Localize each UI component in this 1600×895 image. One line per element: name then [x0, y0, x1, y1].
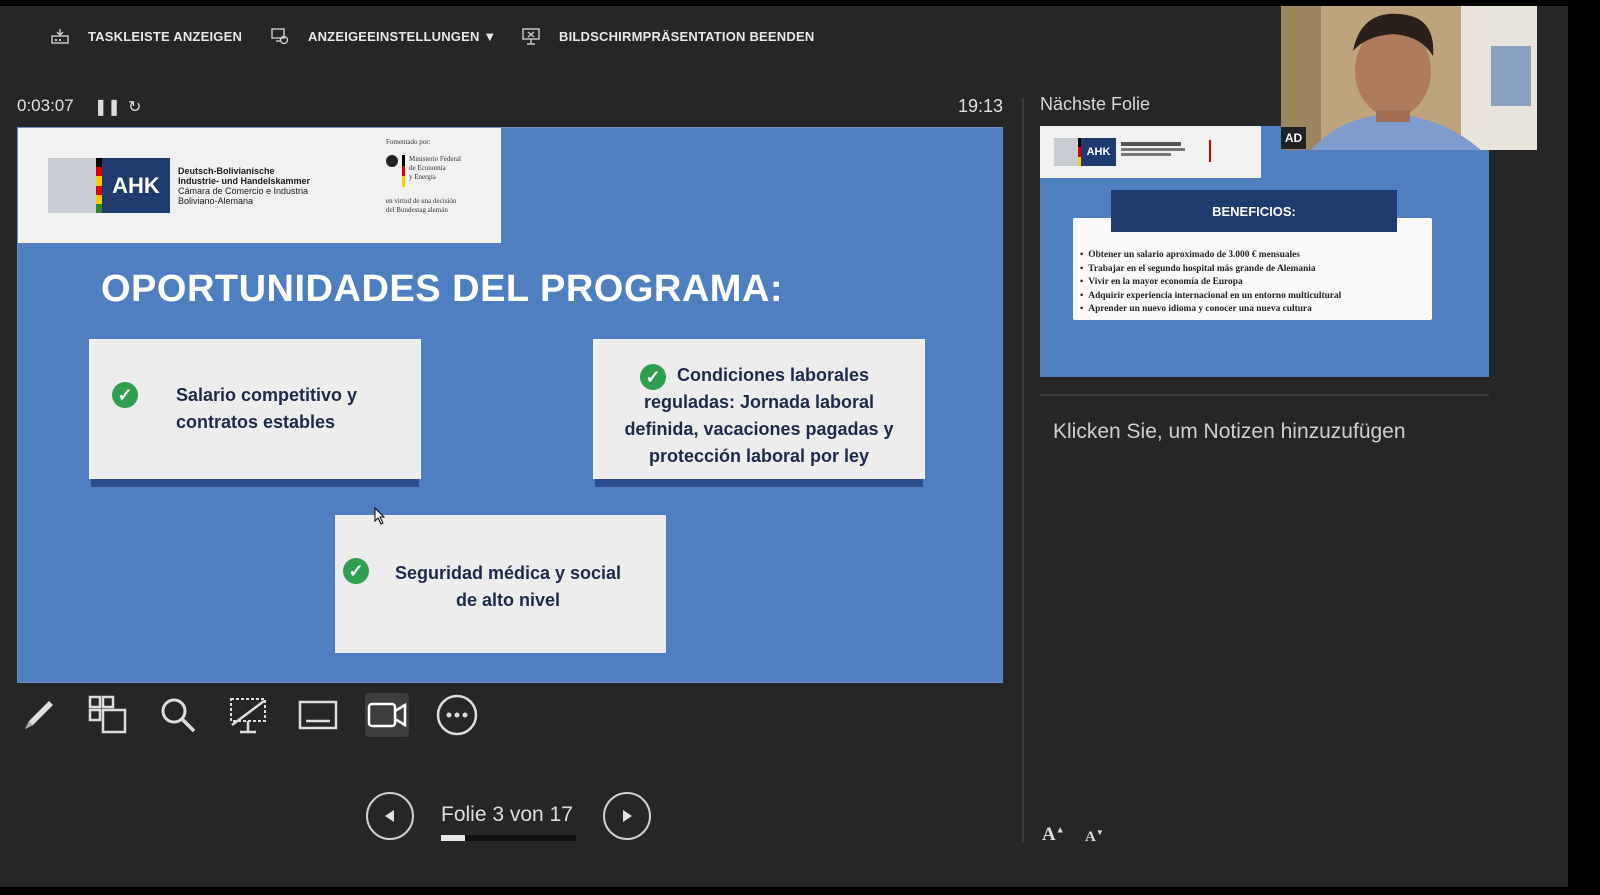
- display-settings-label: ANZEIGEEINSTELLUNGEN ▼: [308, 28, 497, 44]
- see-all-slides-icon[interactable]: [86, 693, 130, 737]
- elapsed-timer: 0:03:07: [17, 96, 74, 115]
- benefits-title: BENEFICIOS:: [1111, 190, 1397, 232]
- pause-icon[interactable]: ❚❚: [94, 97, 121, 117]
- list-item: Trabajar en el segundo hospital más gran…: [1080, 263, 1341, 277]
- current-time: 19:13: [958, 96, 1004, 116]
- display-settings-icon: [271, 28, 289, 45]
- show-taskbar-label: TASKLEISTE ANZEIGEN: [88, 28, 243, 44]
- increase-font-button[interactable]: A▲: [1042, 824, 1065, 846]
- panel-divider: [1022, 98, 1024, 843]
- top-toolbar: TASKLEISTE ANZEIGEN ANZEIGEEINSTELLUNGEN…: [0, 6, 1300, 70]
- restart-timer-icon[interactable]: ↻: [128, 97, 141, 117]
- current-slide[interactable]: AHK Deutsch-Bolivianische Industrie- und…: [17, 127, 1003, 683]
- slide-header: AHK Deutsch-Bolivianische Industrie- und…: [18, 128, 501, 243]
- end-slideshow-button[interactable]: BILDSCHIRMPRÄSENTATION BEENDEN: [521, 26, 814, 46]
- next-slide-label: Nächste Folie: [1040, 94, 1151, 114]
- triangle-right-icon: [623, 810, 632, 822]
- triangle-left-icon: [385, 810, 394, 822]
- list-item: Obtener un salario aproximado de 3.000 €…: [1080, 249, 1341, 263]
- display-settings-button[interactable]: ANZEIGEEINSTELLUNGEN ▼: [270, 26, 496, 46]
- next-slide-header: AHK: [1040, 126, 1261, 178]
- webcam-feed: [1281, 6, 1537, 150]
- list-item: Adquirir experiencia internacional en un…: [1080, 290, 1341, 304]
- slide-counter: Folie 3 von 17: [441, 803, 573, 826]
- mouse-pointer-icon: [374, 507, 386, 525]
- opportunity-card: ✓ Condiciones laborales reguladas: Jorna…: [593, 339, 925, 479]
- previous-slide-button[interactable]: [366, 792, 414, 840]
- show-taskbar-button[interactable]: TASKLEISTE ANZEIGEN: [50, 26, 242, 46]
- end-slideshow-label: BILDSCHIRMPRÄSENTATION BEENDEN: [559, 28, 815, 44]
- opportunity-card: ✓ Seguridad médica y social de alto nive…: [335, 515, 666, 653]
- end-slideshow-icon: [522, 28, 540, 45]
- decrease-font-button[interactable]: A▼: [1085, 828, 1104, 846]
- org-name: Deutsch-Bolivianische Industrie- und Han…: [178, 166, 311, 206]
- next-slide-preview[interactable]: AHK BENEFICIOS: Obtener un salario aprox…: [1040, 126, 1489, 377]
- ministry-logo: Fomentado por: Ministerio Federal de Eco…: [386, 138, 461, 214]
- list-item: Vivir en la mayor economía de Europa: [1080, 276, 1341, 290]
- slide-title: OPORTUNIDADES DEL PROGRAMA:: [101, 268, 784, 310]
- opportunity-card: ✓ Salario competitivo y contratos establ…: [89, 339, 421, 479]
- black-screen-icon[interactable]: [226, 693, 270, 737]
- slide-progress-bar: [441, 835, 576, 841]
- participant-initials-badge: AD: [1281, 127, 1306, 149]
- zoom-icon[interactable]: [156, 693, 200, 737]
- check-icon: ✓: [112, 382, 138, 408]
- notes-divider: [1040, 394, 1489, 396]
- subtitles-icon[interactable]: [296, 693, 340, 737]
- ahk-logo: AHK: [48, 158, 170, 214]
- progress-fill: [441, 835, 465, 841]
- eagle-icon: [386, 155, 398, 167]
- benefits-list: Obtener un salario aproximado de 3.000 €…: [1080, 249, 1341, 317]
- more-options-icon[interactable]: [435, 693, 479, 737]
- pen-icon[interactable]: [17, 693, 61, 737]
- camera-icon[interactable]: [365, 693, 409, 737]
- presenter-video-image: [1281, 6, 1537, 150]
- taskbar-icon: [51, 29, 69, 44]
- next-slide-button[interactable]: [603, 792, 651, 840]
- check-icon: ✓: [343, 558, 369, 584]
- notes-area[interactable]: Klicken Sie, um Notizen hinzuzufügen: [1053, 420, 1406, 444]
- list-item: Aprender un nuevo idioma y conocer una n…: [1080, 303, 1341, 317]
